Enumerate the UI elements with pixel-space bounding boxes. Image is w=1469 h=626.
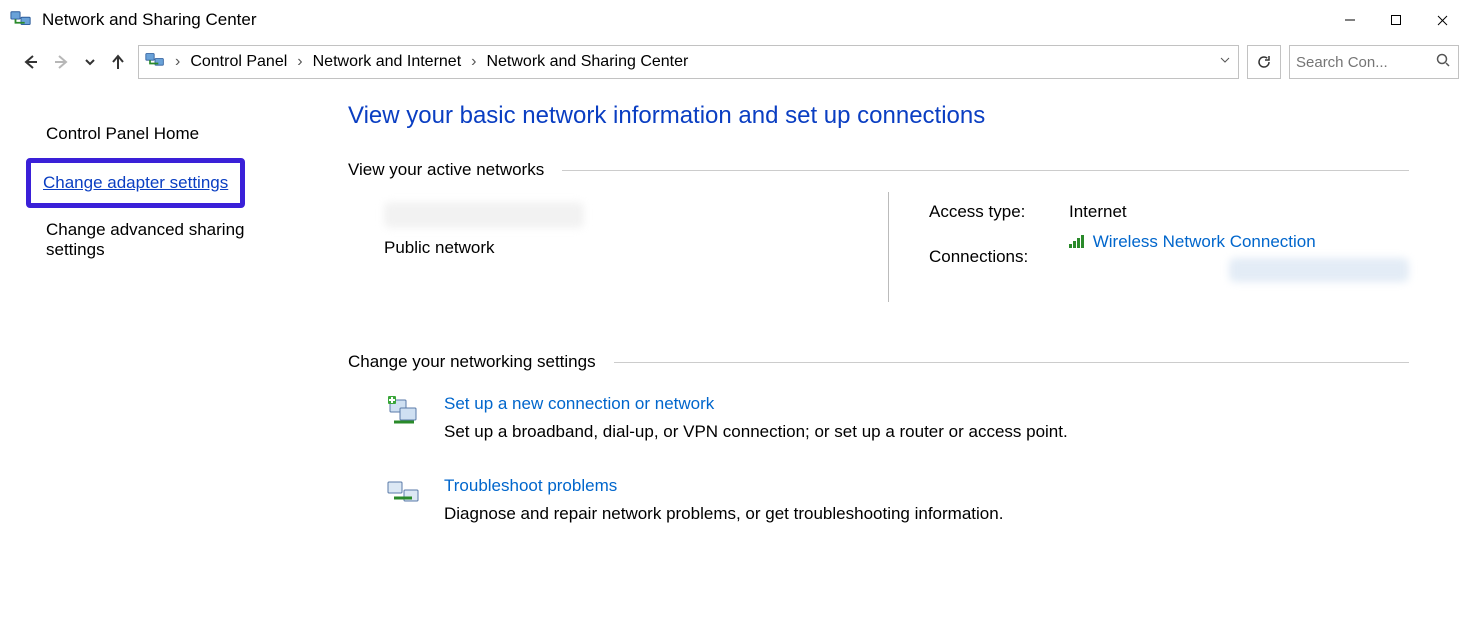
- signal-bars-icon: [1069, 234, 1084, 248]
- app-icon: [10, 9, 32, 31]
- back-button[interactable]: [18, 50, 42, 74]
- setup-connection-item: Set up a new connection or network Set u…: [348, 394, 1409, 442]
- connection-link[interactable]: Wireless Network Connection: [1093, 232, 1316, 251]
- active-network-row: Public network Access type: Internet Con…: [348, 202, 1409, 302]
- setup-connection-link[interactable]: Set up a new connection or network: [444, 394, 1068, 414]
- vertical-divider: [888, 192, 889, 302]
- setup-connection-icon: [384, 394, 424, 434]
- chevron-right-icon: ›: [173, 53, 182, 71]
- breadcrumb-control-panel[interactable]: Control Panel: [184, 53, 293, 71]
- breadcrumb-network-sharing[interactable]: Network and Sharing Center: [480, 53, 694, 71]
- search-input[interactable]: [1296, 54, 1436, 71]
- refresh-button[interactable]: [1247, 45, 1281, 79]
- sidebar-change-advanced-sharing[interactable]: Change advanced sharing settings: [46, 220, 258, 260]
- network-name-redacted: [384, 202, 584, 228]
- divider: [614, 362, 1409, 363]
- address-icon: [145, 51, 167, 73]
- chevron-right-icon: ›: [295, 53, 304, 71]
- address-bar[interactable]: › Control Panel › Network and Internet ›…: [138, 45, 1239, 79]
- titlebar: Network and Sharing Center: [0, 0, 1469, 40]
- forward-button[interactable]: [50, 50, 74, 74]
- section-networking-settings: Change your networking settings: [348, 352, 1409, 372]
- search-icon: [1436, 53, 1452, 71]
- navigation-row: › Control Panel › Network and Internet ›…: [0, 40, 1469, 84]
- networking-settings-label: Change your networking settings: [348, 352, 596, 372]
- main-pane: View your basic network information and …: [282, 84, 1469, 626]
- sidebar-change-adapter-settings[interactable]: Change adapter settings: [43, 173, 228, 192]
- connections-label: Connections:: [929, 247, 1059, 267]
- section-active-networks: View your active networks: [348, 160, 1409, 180]
- active-networks-label: View your active networks: [348, 160, 544, 180]
- close-button[interactable]: [1419, 4, 1465, 36]
- window-title: Network and Sharing Center: [42, 10, 257, 30]
- troubleshoot-icon: [384, 476, 424, 516]
- up-button[interactable]: [106, 50, 130, 74]
- page-heading: View your basic network information and …: [348, 102, 1409, 130]
- network-category: Public network: [384, 238, 848, 258]
- highlight-change-adapter: Change adapter settings: [26, 158, 245, 208]
- breadcrumb-network-internet[interactable]: Network and Internet: [307, 53, 468, 71]
- connection-detail-redacted: [1229, 258, 1409, 282]
- divider: [562, 170, 1409, 171]
- minimize-button[interactable]: [1327, 4, 1373, 36]
- sidebar-control-panel-home[interactable]: Control Panel Home: [46, 124, 258, 144]
- access-type-label: Access type:: [929, 202, 1059, 222]
- sidebar: Control Panel Home Change adapter settin…: [0, 84, 282, 626]
- body-area: Control Panel Home Change adapter settin…: [0, 84, 1469, 626]
- troubleshoot-desc: Diagnose and repair network problems, or…: [444, 504, 1003, 524]
- troubleshoot-link[interactable]: Troubleshoot problems: [444, 476, 1003, 496]
- access-type-value: Internet: [1069, 202, 1127, 222]
- history-dropdown[interactable]: [82, 50, 98, 74]
- troubleshoot-item: Troubleshoot problems Diagnose and repai…: [348, 476, 1409, 524]
- address-dropdown[interactable]: [1216, 53, 1234, 71]
- setup-connection-desc: Set up a broadband, dial-up, or VPN conn…: [444, 422, 1068, 442]
- maximize-button[interactable]: [1373, 4, 1419, 36]
- chevron-right-icon: ›: [469, 53, 478, 71]
- search-box[interactable]: [1289, 45, 1459, 79]
